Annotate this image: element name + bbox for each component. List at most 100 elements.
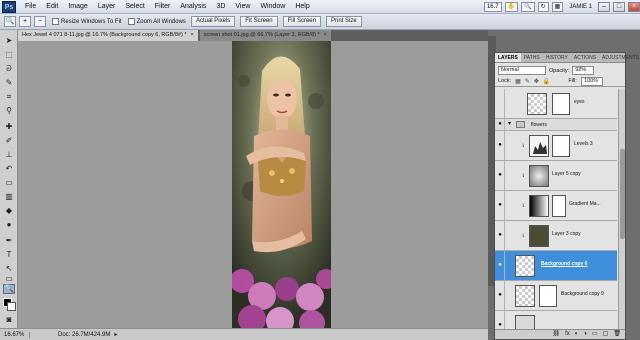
blur-tool-icon[interactable]: ◆ bbox=[3, 206, 15, 216]
new-adjustment-icon[interactable]: ◑ bbox=[583, 330, 587, 339]
print-size-button[interactable]: Print Size bbox=[325, 16, 362, 27]
visibility-eye-icon[interactable]: ● bbox=[496, 281, 505, 310]
eraser-tool-icon[interactable]: ▭ bbox=[3, 178, 15, 188]
pen-tool-icon[interactable]: ✒ bbox=[3, 236, 15, 246]
scrollbar-thumb[interactable] bbox=[620, 149, 625, 239]
tab-history[interactable]: HISTORY bbox=[543, 53, 571, 62]
zoom-box[interactable]: 16.7 bbox=[483, 2, 502, 12]
layer-row[interactable]: ● ⇂ Gradient Ma... bbox=[495, 191, 617, 221]
visibility-eye-icon[interactable]: ● bbox=[496, 119, 505, 130]
menu-filter[interactable]: Filter bbox=[150, 0, 176, 14]
menu-help[interactable]: Help bbox=[290, 0, 314, 14]
layer-row[interactable]: ● Background copy 9 bbox=[495, 281, 617, 311]
tab-adjustments[interactable]: ADJUSTMENTS bbox=[599, 53, 640, 62]
move-tool-icon[interactable]: ➤ bbox=[3, 36, 15, 46]
zoom-icon[interactable]: 🔍 bbox=[521, 2, 535, 12]
workspace-switcher[interactable]: JAMIE 1 bbox=[566, 4, 595, 10]
menu-image[interactable]: Image bbox=[63, 0, 92, 14]
layer-row[interactable]: ● bbox=[495, 311, 617, 329]
tab-screen-shot[interactable]: screen shot 01.jpg @ 66.7% (Layer 3, RGB… bbox=[199, 30, 331, 41]
link-layers-icon[interactable]: ⛓ bbox=[552, 330, 560, 339]
layer-style-icon[interactable]: fx bbox=[565, 330, 570, 339]
menu-edit[interactable]: Edit bbox=[41, 0, 63, 14]
menu-view[interactable]: View bbox=[230, 0, 255, 14]
layer-row-selected[interactable]: ● Background copy 6 bbox=[495, 251, 617, 281]
zoom-level-field[interactable]: 16.67% bbox=[0, 331, 30, 338]
shape-tool-icon[interactable]: ▭ bbox=[3, 274, 15, 284]
clone-stamp-icon[interactable]: ⊥ bbox=[3, 150, 15, 160]
menu-select[interactable]: Select bbox=[120, 0, 149, 14]
new-group-icon[interactable]: ▭ bbox=[592, 330, 598, 339]
eyedropper-icon[interactable]: ⚲ bbox=[3, 106, 15, 116]
blend-mode-select[interactable]: Normal bbox=[498, 66, 546, 75]
lock-transparency-icon[interactable]: ▦ bbox=[515, 78, 521, 85]
close-tab-icon[interactable]: × bbox=[190, 30, 193, 41]
layer-mask-thumbnail[interactable] bbox=[552, 93, 570, 115]
close-button[interactable]: × bbox=[628, 2, 640, 12]
resize-windows-checkbox[interactable]: Resize Windows To Fit bbox=[52, 18, 122, 25]
zoom-out-icon[interactable]: − bbox=[34, 16, 46, 27]
tab-hex-jewel[interactable]: Hex Jewel 4 071 8-11.jpg @ 16.7% (Backgr… bbox=[18, 30, 198, 41]
fill-screen-button[interactable]: Fill Screen bbox=[282, 16, 321, 27]
close-tab-icon[interactable]: × bbox=[324, 30, 327, 41]
visibility-eye-icon[interactable]: ● bbox=[496, 131, 505, 160]
fit-screen-button[interactable]: Fit Screen bbox=[240, 16, 278, 27]
menu-3d[interactable]: 3D bbox=[211, 0, 230, 14]
layer-group-row[interactable]: ● ▾ flowers bbox=[495, 119, 617, 131]
background-color-swatch[interactable] bbox=[7, 302, 16, 311]
document-canvas[interactable] bbox=[18, 41, 488, 328]
layer-mask-thumbnail[interactable] bbox=[552, 195, 566, 217]
hand-icon[interactable]: ✋ bbox=[504, 2, 519, 12]
visibility-eye-icon[interactable]: ● bbox=[496, 191, 505, 220]
expand-triangle-icon[interactable]: ▾ bbox=[508, 120, 511, 127]
zoom-all-checkbox[interactable]: Zoom All Windows bbox=[127, 18, 186, 25]
zoom-tool-icon[interactable]: 🔍 bbox=[4, 16, 16, 27]
lasso-tool-icon[interactable]: ᘐ bbox=[3, 64, 15, 74]
menu-window[interactable]: Window bbox=[255, 0, 290, 14]
visibility-eye-icon[interactable]: ● bbox=[496, 311, 505, 329]
healing-brush-icon[interactable]: ✚ bbox=[3, 122, 15, 132]
visibility-eye-icon[interactable]: ● bbox=[496, 221, 505, 250]
layer-mask-thumbnail[interactable] bbox=[539, 285, 557, 307]
tab-paths[interactable]: PATHS bbox=[521, 53, 543, 62]
tab-layers[interactable]: LAYERS bbox=[495, 53, 521, 62]
minimize-button[interactable]: – bbox=[598, 2, 610, 12]
opacity-field[interactable]: 92% bbox=[572, 66, 595, 75]
tab-actions[interactable]: ACTIONS bbox=[571, 53, 599, 62]
menu-analysis[interactable]: Analysis bbox=[175, 0, 211, 14]
gradient-tool-icon[interactable]: ▥ bbox=[3, 192, 15, 202]
menu-layer[interactable]: Layer bbox=[93, 0, 121, 14]
visibility-toggle[interactable] bbox=[496, 89, 505, 118]
quick-mask-icon[interactable]: ◙ bbox=[3, 315, 15, 325]
lock-position-icon[interactable]: ✥ bbox=[534, 78, 539, 85]
arrange-icon[interactable]: ▦ bbox=[551, 2, 564, 12]
visibility-eye-icon[interactable]: ● bbox=[496, 251, 505, 280]
maximize-button[interactable]: □ bbox=[613, 2, 625, 12]
lock-pixels-icon[interactable]: ✎ bbox=[525, 78, 530, 85]
new-layer-icon[interactable]: ▢ bbox=[603, 330, 609, 339]
history-brush-icon[interactable]: ↶ bbox=[3, 164, 15, 174]
add-mask-icon[interactable]: ◐ bbox=[575, 330, 579, 339]
zoom-tool-icon[interactable]: 🔍 bbox=[3, 284, 15, 294]
crop-tool-icon[interactable]: ⌗ bbox=[3, 92, 15, 102]
layer-row[interactable]: ● ⇂ Levels 3 bbox=[495, 131, 617, 161]
status-menu-arrow-icon[interactable]: ▸ bbox=[114, 331, 117, 338]
layer-row[interactable]: ● ⇂ Layer 3 copy bbox=[495, 221, 617, 251]
rotate-icon[interactable]: ↻ bbox=[537, 2, 549, 12]
menu-file[interactable]: File bbox=[20, 0, 41, 14]
dodge-tool-icon[interactable]: ● bbox=[3, 220, 15, 230]
fill-field[interactable]: 100% bbox=[580, 76, 603, 86]
actual-pixels-button[interactable]: Actual Pixels bbox=[190, 16, 236, 27]
quick-select-icon[interactable]: ✎ bbox=[3, 78, 15, 88]
visibility-eye-icon[interactable]: ● bbox=[496, 161, 505, 190]
layers-scrollbar[interactable] bbox=[618, 89, 625, 329]
layer-mask-thumbnail[interactable] bbox=[552, 135, 570, 157]
lock-all-icon[interactable]: 🔒 bbox=[543, 78, 550, 85]
marquee-tool-icon[interactable]: ⬚ bbox=[3, 50, 15, 60]
layer-row[interactable]: ● ⇂ Layer 5 copy bbox=[495, 161, 617, 191]
type-tool-icon[interactable]: T bbox=[3, 250, 15, 260]
delete-layer-icon[interactable]: 🗑 bbox=[613, 330, 621, 339]
brush-tool-icon[interactable]: ✐ bbox=[3, 136, 15, 146]
zoom-in-icon[interactable]: + bbox=[19, 16, 31, 27]
layer-row[interactable]: eyes bbox=[495, 89, 617, 119]
